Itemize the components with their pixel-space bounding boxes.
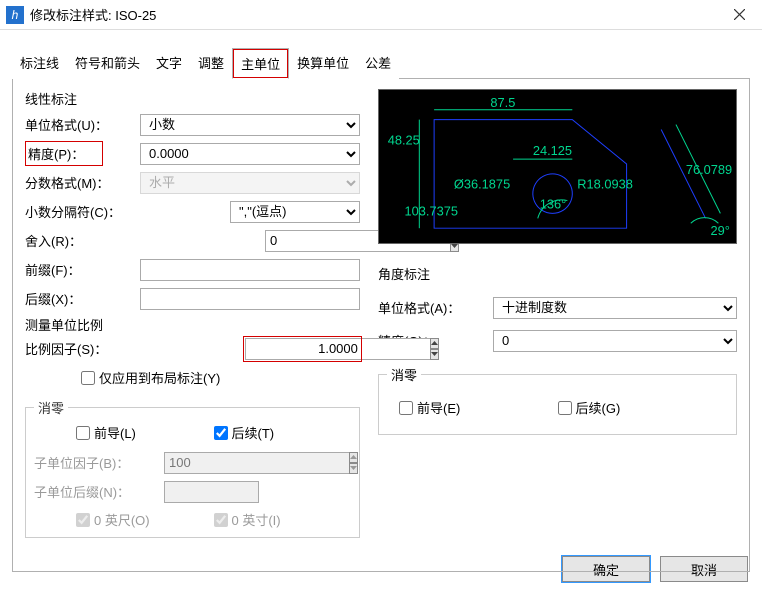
scale-down[interactable] [430, 349, 439, 360]
decimal-sep-label: 小数分隔符(C)： [25, 202, 140, 221]
fraction-format-select: 水平 [140, 172, 360, 194]
subfactor-up [349, 452, 358, 463]
svg-text:Ø36.1875: Ø36.1875 [454, 177, 510, 192]
svg-text:136°: 136° [540, 196, 567, 211]
layout-only-label: 仅应用到布局标注(Y) [99, 368, 220, 387]
suppress-trailing[interactable]: 后续(T) [214, 423, 352, 442]
svg-text:24.125: 24.125 [533, 143, 572, 158]
angular-trailing-label: 后续(G) [576, 398, 621, 417]
svg-text:103.7375: 103.7375 [405, 203, 459, 218]
scale-factor-input[interactable] [245, 338, 431, 360]
layout-only-checkbox[interactable]: 仅应用到布局标注(Y) [81, 368, 220, 387]
angular-suppress-group: 消零 前导(E) 后续(G) [378, 365, 737, 435]
preview-pane: 87.5 48.25 24.125 76.0789 Ø36.1875 R18.0… [378, 89, 737, 244]
svg-text:R18.0938: R18.0938 [577, 177, 633, 192]
suppress-feet-label: 0 英尺(O) [94, 510, 150, 529]
scale-factor-spinner[interactable] [245, 338, 360, 360]
suppress-legend: 消零 [34, 398, 68, 417]
suppress-trailing-label: 后续(T) [232, 423, 275, 442]
fraction-format-label: 分数格式(M)： [25, 173, 140, 192]
subfactor-spinner [164, 452, 259, 474]
titlebar: h 修改标注样式: ISO-25 [0, 0, 762, 30]
suppress-group: 消零 前导(L) 后续(T) 子单位因子(B)： 子单位后缀(N)： 0 英尺(… [25, 398, 360, 538]
angular-unit-select[interactable]: 十进制度数 [493, 297, 737, 319]
svg-text:87.5: 87.5 [490, 95, 515, 110]
subsuffix-label: 子单位后缀(N)： [34, 482, 164, 501]
decimal-sep-select[interactable]: ","(逗点) [230, 201, 360, 223]
suffix-input[interactable] [140, 288, 360, 310]
tab-lines[interactable]: 标注线 [12, 48, 67, 79]
suppress-inches-label: 0 英寸(I) [232, 510, 281, 529]
tab-primary-units[interactable]: 主单位 [232, 48, 289, 79]
unit-format-label: 单位格式(U)： [25, 115, 140, 134]
prefix-label: 前缀(F)： [25, 260, 140, 279]
round-label: 舍入(R)： [25, 231, 140, 250]
angular-leading[interactable]: 前导(E) [399, 398, 558, 417]
precision-label: 精度(P)： [25, 141, 103, 166]
suppress-feet: 0 英尺(O) [76, 510, 214, 529]
angular-leading-label: 前导(E) [417, 398, 460, 417]
angular-unit-label: 单位格式(A)： [378, 298, 493, 317]
angular-legend: 角度标注 [378, 264, 737, 283]
angular-precision-select[interactable]: 0 [493, 330, 737, 352]
subfactor-down [349, 463, 358, 474]
round-spinner[interactable] [265, 230, 360, 252]
scale-legend: 测量单位比例 [25, 315, 360, 334]
precision-select[interactable]: 0.0000 [140, 143, 360, 165]
tab-tolerance[interactable]: 公差 [357, 48, 399, 79]
svg-text:29°: 29° [711, 223, 730, 238]
suppress-leading[interactable]: 前导(L) [76, 423, 214, 442]
scale-factor-label: 比例因子(S)： [25, 339, 195, 358]
tab-fit[interactable]: 调整 [190, 48, 232, 79]
unit-format-select[interactable]: 小数 [140, 114, 360, 136]
scale-up[interactable] [430, 338, 439, 349]
angular-suppress-legend: 消零 [387, 365, 421, 384]
subfactor-input [164, 452, 350, 474]
app-icon: h [6, 6, 24, 24]
close-button[interactable] [717, 0, 762, 29]
tab-text[interactable]: 文字 [148, 48, 190, 79]
angular-trailing[interactable]: 后续(G) [558, 398, 717, 417]
subsuffix-input [164, 481, 259, 503]
suffix-label: 后缀(X)： [25, 289, 140, 308]
subfactor-label: 子单位因子(B)： [34, 453, 164, 472]
suppress-inches: 0 英寸(I) [214, 510, 352, 529]
linear-group: 线性标注 单位格式(U)： 小数 精度(P)： 0.0000 分数格式(M)： … [25, 89, 360, 394]
linear-legend: 线性标注 [25, 89, 360, 108]
prefix-input[interactable] [140, 259, 360, 281]
suppress-leading-label: 前导(L) [94, 423, 136, 442]
tab-bar: 标注线 符号和箭头 文字 调整 主单位 换算单位 公差 [12, 48, 762, 79]
preview-drawing: 87.5 48.25 24.125 76.0789 Ø36.1875 R18.0… [379, 90, 736, 243]
svg-text:76.0789: 76.0789 [686, 162, 732, 177]
tab-content: 线性标注 单位格式(U)： 小数 精度(P)： 0.0000 分数格式(M)： … [12, 78, 750, 572]
window-title: 修改标注样式: ISO-25 [30, 5, 717, 24]
tab-symbols[interactable]: 符号和箭头 [67, 48, 148, 79]
svg-text:48.25: 48.25 [388, 132, 420, 147]
tab-alt-units[interactable]: 换算单位 [289, 48, 357, 79]
